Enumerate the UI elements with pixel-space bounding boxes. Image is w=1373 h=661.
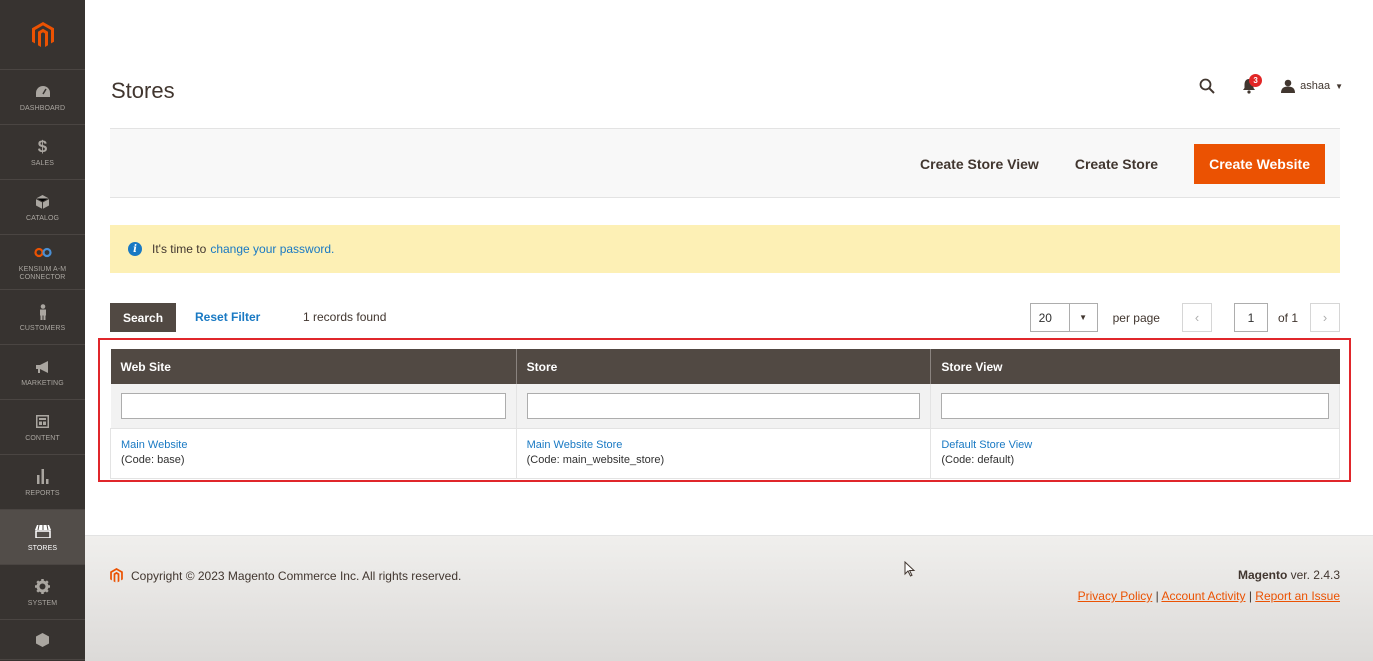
create-store-view-button[interactable]: Create Store View bbox=[920, 156, 1039, 172]
chevron-down-icon: ▼ bbox=[1079, 313, 1088, 322]
version-number: ver. 2.4.3 bbox=[1287, 568, 1340, 582]
notifications-bell[interactable]: 3 bbox=[1239, 74, 1263, 96]
layout-icon bbox=[36, 412, 49, 432]
sidebar-item-customers[interactable]: CUSTOMERS bbox=[0, 290, 85, 345]
magento-logo-icon bbox=[31, 21, 54, 47]
report-issue-link[interactable]: Report an Issue bbox=[1255, 589, 1340, 603]
copyright: Copyright © 2023 Magento Commerce Inc. A… bbox=[110, 568, 461, 583]
sidebar-item-reports[interactable]: REPORTS bbox=[0, 455, 85, 510]
next-page-button[interactable]: › bbox=[1310, 303, 1340, 332]
per-page-dropdown-button[interactable]: ▼ bbox=[1069, 303, 1098, 332]
sidebar-item-stores[interactable]: STORES bbox=[0, 510, 85, 565]
footer-links: Privacy Policy | Account Activity | Repo… bbox=[1078, 589, 1340, 603]
username: ashaa bbox=[1300, 80, 1331, 92]
create-store-button[interactable]: Create Store bbox=[1075, 156, 1158, 172]
sidebar-item-label: CATALOG bbox=[25, 214, 60, 222]
sidebar-item-catalog[interactable]: CATALOG bbox=[0, 180, 85, 235]
copyright-text: Copyright © 2023 Magento Commerce Inc. A… bbox=[131, 568, 462, 583]
sidebar-item-label: CUSTOMERS bbox=[19, 324, 66, 332]
user-icon bbox=[1281, 79, 1296, 93]
change-password-link[interactable]: change your password. bbox=[210, 242, 334, 256]
per-page-label: per page bbox=[1112, 310, 1160, 325]
per-page-select[interactable]: 20 bbox=[1029, 303, 1070, 332]
cube-icon bbox=[36, 630, 49, 650]
magento-logo-icon bbox=[110, 568, 123, 583]
admin-sidebar: DASHBOARD $ SALES CATALOG KENSIUM A-M CO… bbox=[0, 0, 85, 661]
page-total: of 1 bbox=[1277, 310, 1298, 325]
sidebar-item-label: CONTENT bbox=[25, 434, 60, 442]
main-content: Stores 3 ashaa ▼ Create Store View Creat… bbox=[85, 0, 1373, 661]
infinity-icon bbox=[33, 243, 52, 263]
sidebar-item-sales[interactable]: $ SALES bbox=[0, 125, 85, 180]
sidebar-item-kensium-connector[interactable]: KENSIUM A-M CONNECTOR bbox=[0, 235, 85, 290]
mouse-cursor-icon bbox=[904, 561, 916, 577]
create-website-button[interactable]: Create Website bbox=[1194, 144, 1325, 184]
sidebar-item-label: MARKETING bbox=[21, 379, 64, 387]
sidebar-item-label: STORES bbox=[27, 544, 58, 552]
search-button[interactable]: Search bbox=[110, 303, 177, 332]
sidebar-item-extensions[interactable] bbox=[0, 620, 85, 660]
user-menu[interactable]: ashaa ▼ bbox=[1281, 79, 1343, 93]
megaphone-icon bbox=[35, 357, 50, 377]
box-icon bbox=[36, 192, 49, 212]
magento-logo[interactable] bbox=[0, 0, 85, 70]
version-info: Magento ver. 2.4.3 bbox=[1238, 568, 1340, 582]
sidebar-item-label: SYSTEM bbox=[27, 599, 58, 607]
chevron-right-icon: › bbox=[1322, 310, 1328, 325]
store-icon bbox=[34, 522, 51, 542]
sidebar-item-label: REPORTS bbox=[25, 489, 60, 497]
privacy-policy-link[interactable]: Privacy Policy bbox=[1078, 589, 1153, 603]
page-number-input[interactable]: 1 bbox=[1233, 303, 1268, 332]
chevron-down-icon: ▼ bbox=[1335, 81, 1343, 91]
sidebar-item-marketing[interactable]: MARKETING bbox=[0, 345, 85, 400]
password-notice: i It's time to change your password. bbox=[110, 225, 1340, 273]
header-actions: 3 ashaa ▼ bbox=[1197, 74, 1343, 96]
sidebar-item-system[interactable]: SYSTEM bbox=[0, 565, 85, 620]
sidebar-item-label: KENSIUM A-M CONNECTOR bbox=[18, 265, 67, 281]
highlight-box bbox=[98, 338, 1351, 482]
records-count: 1 records found bbox=[303, 310, 387, 324]
sidebar-item-label: SALES bbox=[30, 159, 55, 167]
dashboard-icon bbox=[35, 82, 50, 102]
info-icon: i bbox=[128, 242, 142, 256]
page-actions-bar: Create Store View Create Store Create We… bbox=[110, 128, 1340, 198]
search-icon[interactable] bbox=[1197, 76, 1217, 96]
notification-count-badge: 3 bbox=[1249, 74, 1263, 87]
dollar-icon: $ bbox=[37, 136, 48, 156]
reset-filter-link[interactable]: Reset Filter bbox=[195, 310, 260, 324]
previous-page-button[interactable]: ‹ bbox=[1181, 303, 1212, 332]
brand-name: Magento bbox=[1237, 568, 1288, 582]
page-title: Stores bbox=[111, 78, 175, 103]
sidebar-item-dashboard[interactable]: DASHBOARD bbox=[0, 70, 85, 125]
link-separator: | bbox=[1245, 589, 1256, 603]
gear-icon bbox=[35, 577, 50, 597]
sidebar-item-content[interactable]: CONTENT bbox=[0, 400, 85, 455]
notice-text: It's time to bbox=[152, 242, 207, 256]
grid-toolbar: Search Reset Filter 1 records found 20 ▼… bbox=[110, 303, 1340, 333]
person-icon bbox=[39, 302, 47, 322]
pager: 20 ▼ per page ‹ 1 of 1 › bbox=[1029, 303, 1340, 332]
page-footer: Copyright © 2023 Magento Commerce Inc. A… bbox=[85, 535, 1373, 661]
chevron-left-icon: ‹ bbox=[1194, 310, 1200, 325]
bar-chart-icon bbox=[36, 467, 49, 487]
account-activity-link[interactable]: Account Activity bbox=[1161, 589, 1245, 603]
sidebar-item-label: DASHBOARD bbox=[19, 104, 66, 112]
